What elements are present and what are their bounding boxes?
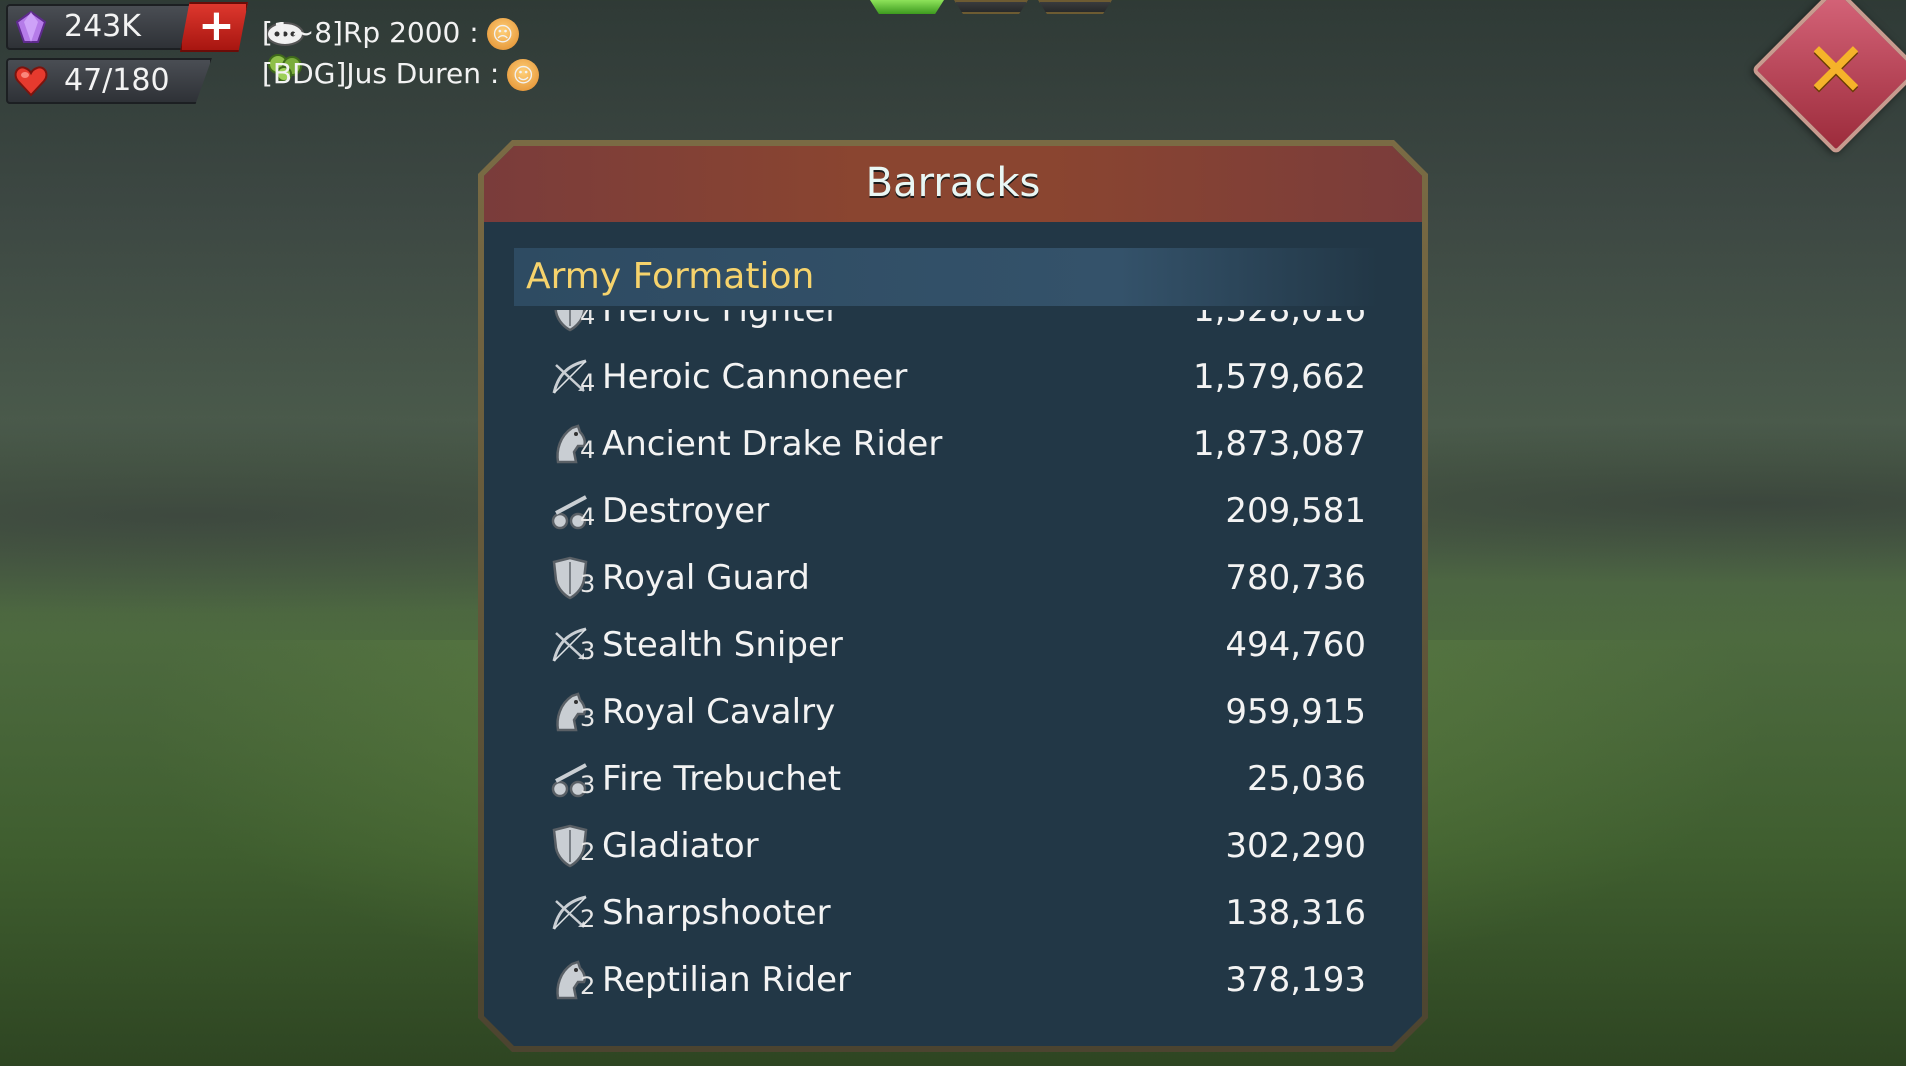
troop-tier: 4 (580, 369, 596, 397)
troop-count: 494,760 (1225, 625, 1366, 665)
troop-row[interactable]: 3 Royal Cavalry 959,915 (546, 682, 1366, 742)
chat-message-1[interactable]: [1~8]Rp 2000 : ☹ (262, 16, 519, 50)
page-indicator-2 (954, 0, 1028, 14)
chat-message-text: [1~8]Rp 2000 : (262, 16, 479, 49)
close-icon[interactable]: ✕ (1776, 10, 1896, 130)
page-indicator-1 (870, 0, 944, 14)
troop-row[interactable]: 2 Gladiator 302,290 (546, 816, 1366, 876)
chat-message-2[interactable]: [BDG]Jus Duren : ☺ (262, 57, 540, 91)
troop-row[interactable]: 3 Royal Guard 780,736 (546, 548, 1366, 608)
troop-name: Gladiator (602, 826, 759, 866)
troop-tier: 2 (580, 905, 596, 933)
troop-tier: 2 (580, 972, 596, 1000)
troop-tier: 3 (580, 704, 596, 732)
troop-count: 1,873,087 (1192, 424, 1366, 464)
troop-name: Reptilian Rider (602, 960, 852, 1000)
troop-count: 1,579,662 (1192, 357, 1366, 397)
section-title: Army Formation (526, 256, 815, 297)
troop-row[interactable]: 4 Destroyer 209,581 (546, 481, 1366, 541)
troop-list[interactable]: 4 Heroic Fighter 1,528,016 4 Heroic Cannonee… (484, 310, 1422, 1022)
gem-icon (15, 10, 47, 43)
heart-icon (14, 66, 48, 97)
troop-name: Heroic Fighter (602, 310, 840, 330)
troop-name: Royal Guard (602, 558, 810, 598)
troop-tier: 4 (580, 310, 596, 330)
add-gems-button[interactable]: + (180, 2, 248, 52)
troop-name: Sharpshooter (602, 893, 831, 933)
crying-face-icon: ☹ (486, 18, 519, 50)
troop-tier: 3 (580, 570, 596, 598)
troop-name: Destroyer (602, 491, 770, 531)
troop-row[interactable]: 4 Ancient Drake Rider 1,873,087 (546, 414, 1366, 474)
troop-count: 378,193 (1225, 960, 1366, 1000)
troop-tier: 4 (580, 436, 596, 464)
panel-title: Barracks (865, 160, 1041, 206)
chat-message-text: [BDG]Jus Duren : (262, 57, 500, 90)
troop-count: 302,290 (1225, 826, 1366, 866)
stamina-counter[interactable]: 47/180 (6, 58, 212, 104)
troop-row[interactable]: 4 Heroic Cannoneer 1,579,662 (546, 347, 1366, 407)
troop-count: 25,036 (1247, 759, 1366, 799)
troop-name: Heroic Cannoneer (602, 357, 908, 397)
troop-name: Ancient Drake Rider (602, 424, 943, 464)
troop-count: 138,316 (1225, 893, 1366, 933)
troop-tier: 3 (580, 771, 596, 799)
troop-name: Fire Trebuchet (602, 759, 842, 799)
gems-value: 243K (64, 9, 141, 44)
shocked-face-icon: ☺ (507, 59, 540, 91)
troop-count: 959,915 (1225, 692, 1366, 732)
troop-row[interactable]: 2 Reptilian Rider 378,193 (546, 950, 1366, 1010)
troop-row[interactable]: 4 Heroic Fighter 1,528,016 (546, 310, 1366, 340)
stamina-value: 47/180 (64, 63, 170, 98)
troop-count: 1,528,016 (1192, 310, 1366, 330)
troop-count: 209,581 (1225, 491, 1366, 531)
troop-row[interactable]: 3 Fire Trebuchet 25,036 (546, 749, 1366, 809)
troop-tier: 3 (580, 637, 596, 665)
troop-row[interactable]: 3 Stealth Sniper 494,760 (546, 615, 1366, 675)
troop-tier: 2 (580, 838, 596, 866)
troop-count: 780,736 (1225, 558, 1366, 598)
troop-name: Royal Cavalry (602, 692, 836, 732)
troop-row[interactable]: 2 Sharpshooter 138,316 (546, 883, 1366, 943)
troop-name: Stealth Sniper (602, 625, 843, 665)
gems-counter[interactable]: 243K (6, 4, 202, 50)
troop-tier: 4 (580, 503, 596, 531)
plus-icon: + (198, 0, 235, 51)
page-indicator-3 (1038, 0, 1112, 14)
